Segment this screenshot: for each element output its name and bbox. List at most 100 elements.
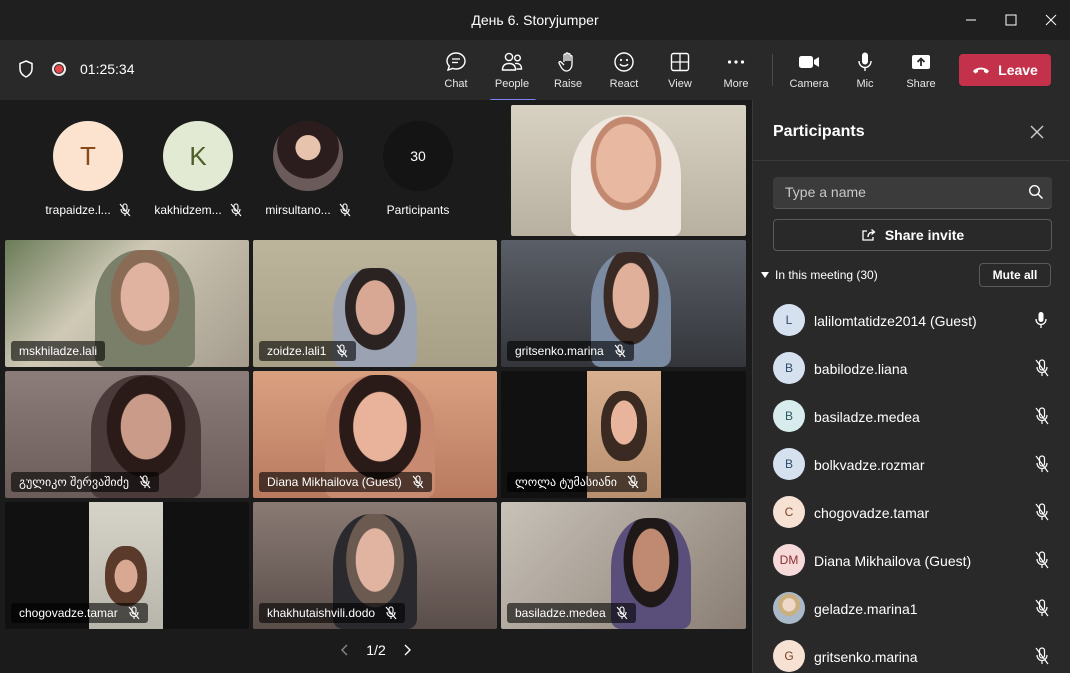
chat-button[interactable]: Chat xyxy=(428,46,484,96)
view-button[interactable]: View xyxy=(652,46,708,96)
participant-avatar-mirsultanova[interactable]: mirsultano... xyxy=(263,121,353,217)
shield-icon[interactable] xyxy=(18,60,34,78)
mic-muted-indicator xyxy=(1034,551,1050,574)
grid-icon xyxy=(670,52,690,72)
participant-name: გულიკო შერვაშიძე xyxy=(19,475,130,489)
avatar: B xyxy=(773,400,805,432)
mic-button[interactable]: Mic xyxy=(837,46,893,96)
mic-off-icon xyxy=(1035,359,1049,377)
mic-off-icon xyxy=(336,344,348,358)
close-window-button[interactable] xyxy=(1028,0,1070,40)
react-label: React xyxy=(609,78,639,90)
audio-participants-row: T trapaidze.l... K kakhidzem... mirsulta… xyxy=(0,100,510,240)
featured-video[interactable] xyxy=(511,105,746,236)
participant-search xyxy=(773,177,1052,209)
people-button[interactable]: People xyxy=(484,46,540,102)
mic-off-icon xyxy=(385,606,397,620)
participants-label: Participants xyxy=(386,203,450,217)
mic-muted-indicator xyxy=(1034,359,1050,382)
participant-avatar-kakhidze[interactable]: K kakhidzem... xyxy=(153,121,243,217)
participant-name: zoidze.lali1 xyxy=(267,344,327,358)
mic-off-icon xyxy=(412,475,424,489)
avatar-photo xyxy=(273,121,343,191)
avatar: K xyxy=(163,121,233,191)
avatar xyxy=(773,592,805,624)
avatar: B xyxy=(773,448,805,480)
share-invite-label: Share invite xyxy=(884,227,965,243)
mic-off-icon xyxy=(139,475,151,489)
meeting-info: 01:25:34 xyxy=(18,60,135,78)
close-icon[interactable] xyxy=(1027,122,1047,142)
video-tile[interactable]: Diana Mikhailova (Guest) xyxy=(253,371,497,498)
participants-panel: Participants Share invite In this meetin… xyxy=(752,100,1070,673)
share-button[interactable]: Share xyxy=(893,46,949,96)
participant-name: chogovadze.tamar xyxy=(814,505,930,521)
avatar: C xyxy=(773,496,805,528)
leave-button[interactable]: Leave xyxy=(959,54,1051,86)
video-tile[interactable]: khakhutaishvili.dodo xyxy=(253,502,497,629)
window-title: День 6. Storyjumper xyxy=(471,12,599,28)
in-meeting-section-toggle[interactable]: In this meeting (30) xyxy=(761,268,878,282)
participants-overflow[interactable]: 30 Participants xyxy=(373,121,463,217)
participant-row[interactable]: Cchogovadze.tamar xyxy=(753,488,1070,536)
participant-name: trapaidze.l... xyxy=(45,203,111,217)
participant-name: basiladze.medea xyxy=(515,606,606,620)
participant-row[interactable]: Llalilomtatidze2014 (Guest) xyxy=(753,296,1070,344)
share-screen-icon xyxy=(912,55,930,69)
more-button[interactable]: More xyxy=(708,46,764,96)
camera-button[interactable]: Camera xyxy=(781,46,837,96)
mic-off-icon xyxy=(616,606,628,620)
participant-name: mirsultano... xyxy=(265,203,331,217)
chat-icon xyxy=(446,52,466,72)
raise-label: Raise xyxy=(553,78,583,90)
participant-count: 30 xyxy=(383,121,453,191)
mic-muted-indicator xyxy=(1034,407,1050,430)
raise-hand-button[interactable]: Raise xyxy=(540,46,596,96)
search-icon[interactable] xyxy=(1028,184,1044,200)
search-input[interactable] xyxy=(773,177,1013,207)
participant-avatar-trapaidze[interactable]: T trapaidze.l... xyxy=(43,121,133,217)
maximize-icon xyxy=(1005,14,1017,26)
meeting-timer: 01:25:34 xyxy=(80,61,135,77)
hang-up-icon xyxy=(973,67,990,74)
tile-label: basiladze.medea xyxy=(507,603,636,623)
participant-name: lalilomtatidze2014 (Guest) xyxy=(814,313,977,329)
share-icon xyxy=(862,229,876,241)
chevron-right-icon[interactable] xyxy=(402,643,412,657)
participant-row[interactable]: Bbolkvadze.rozmar xyxy=(753,440,1070,488)
video-tile[interactable]: gritsenko.marina xyxy=(501,240,746,367)
participant-row[interactable]: geladze.marina1 xyxy=(753,584,1070,632)
video-tile[interactable]: mskhiladze.lali xyxy=(5,240,249,367)
mute-all-button[interactable]: Mute all xyxy=(979,263,1051,287)
mic-off-icon xyxy=(1035,599,1049,617)
tile-label: ლოლა ტუმასიანი xyxy=(507,472,647,492)
video-tile[interactable]: chogovadze.tamar xyxy=(5,502,249,629)
video-tile[interactable]: zoidze.lali1 xyxy=(253,240,497,367)
share-invite-button[interactable]: Share invite xyxy=(773,219,1052,251)
mic-off-icon xyxy=(339,203,351,217)
participant-row[interactable]: Bbasiladze.medea xyxy=(753,392,1070,440)
react-button[interactable]: React xyxy=(596,46,652,96)
mic-muted-indicator xyxy=(1034,455,1050,478)
participant-row[interactable]: DM Diana Mikhailova (Guest) xyxy=(753,536,1070,584)
tile-label: zoidze.lali1 xyxy=(259,341,357,361)
camera-label: Camera xyxy=(789,78,829,90)
view-label: View xyxy=(668,78,692,90)
page-indicator: 1/2 xyxy=(366,642,386,658)
mic-label: Mic xyxy=(856,78,874,90)
participant-name: basiladze.medea xyxy=(814,409,920,425)
participant-name: Diana Mikhailova (Guest) xyxy=(267,475,402,489)
video-tile[interactable]: ლოლა ტუმასიანი xyxy=(501,371,746,498)
tile-label: gritsenko.marina xyxy=(507,341,634,361)
participant-name: kakhidzem... xyxy=(154,203,222,217)
video-tile[interactable]: basiladze.medea xyxy=(501,502,746,629)
participant-row[interactable]: Bbabilodze.liana xyxy=(753,344,1070,392)
tile-label: khakhutaishvili.dodo xyxy=(259,603,406,623)
chevron-left-icon[interactable] xyxy=(340,643,350,657)
panel-title: Participants xyxy=(773,123,865,140)
microphone-icon xyxy=(858,52,872,71)
participant-name: khakhutaishvili.dodo xyxy=(267,606,376,620)
participant-row[interactable]: Ggritsenko.marina xyxy=(753,632,1070,673)
video-tile[interactable]: გულიკო შერვაშიძე xyxy=(5,371,249,498)
video-stage: T trapaidze.l... K kakhidzem... mirsulta… xyxy=(0,100,752,673)
